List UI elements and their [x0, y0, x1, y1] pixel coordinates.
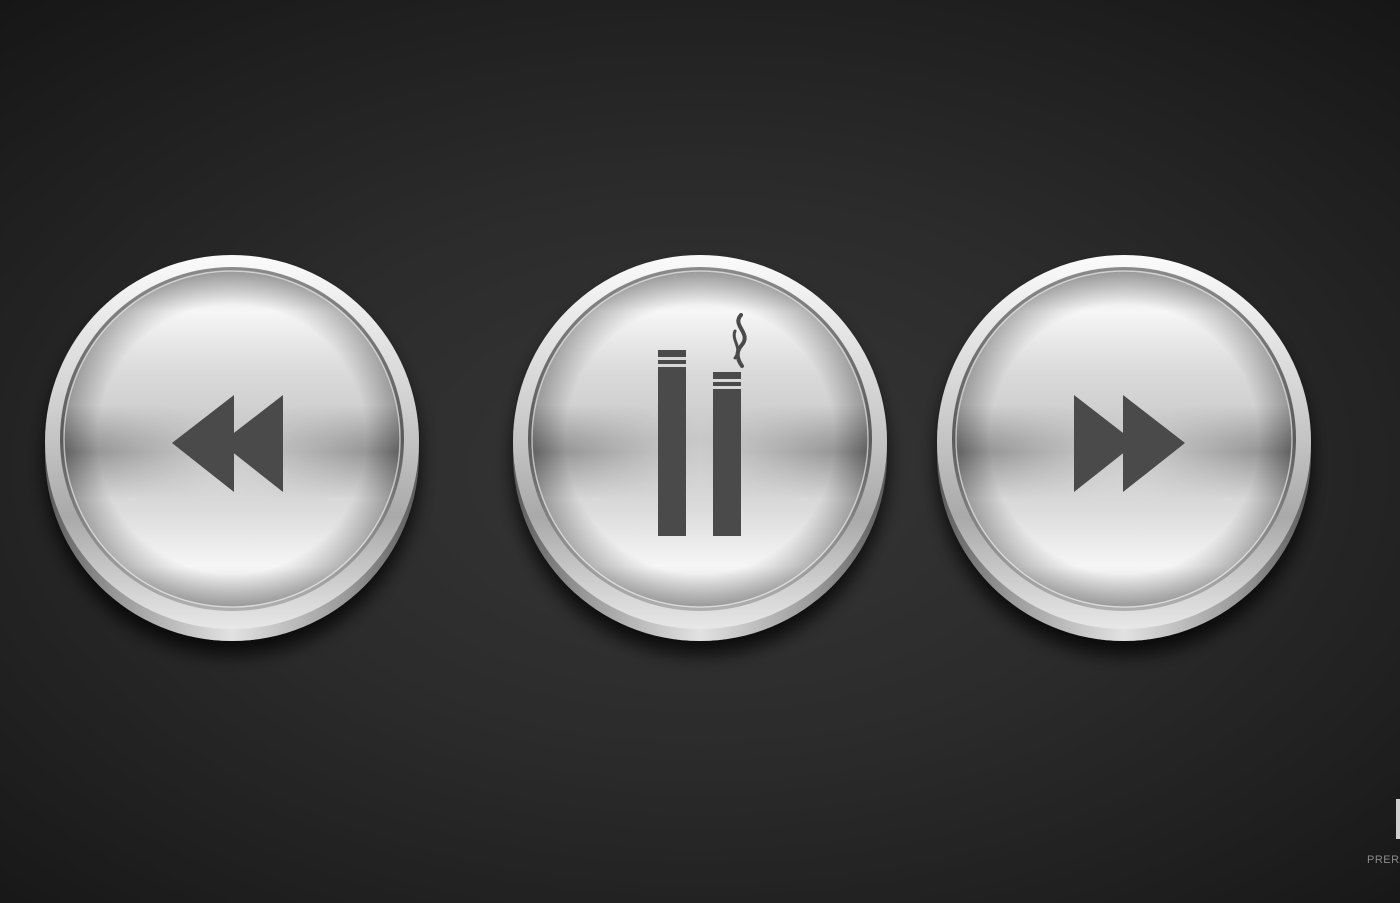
rewind-button-graphic	[45, 255, 419, 641]
pause-button-graphic	[513, 255, 887, 641]
watermark: PRERA	[1366, 795, 1400, 875]
watermark-logo	[1396, 799, 1400, 839]
fast-forward-button[interactable]	[937, 255, 1311, 648]
watermark-text: PRERA	[1367, 854, 1400, 866]
pause-button[interactable]	[513, 255, 887, 648]
fast-forward-button-graphic	[937, 255, 1311, 641]
rewind-button[interactable]	[45, 255, 419, 648]
